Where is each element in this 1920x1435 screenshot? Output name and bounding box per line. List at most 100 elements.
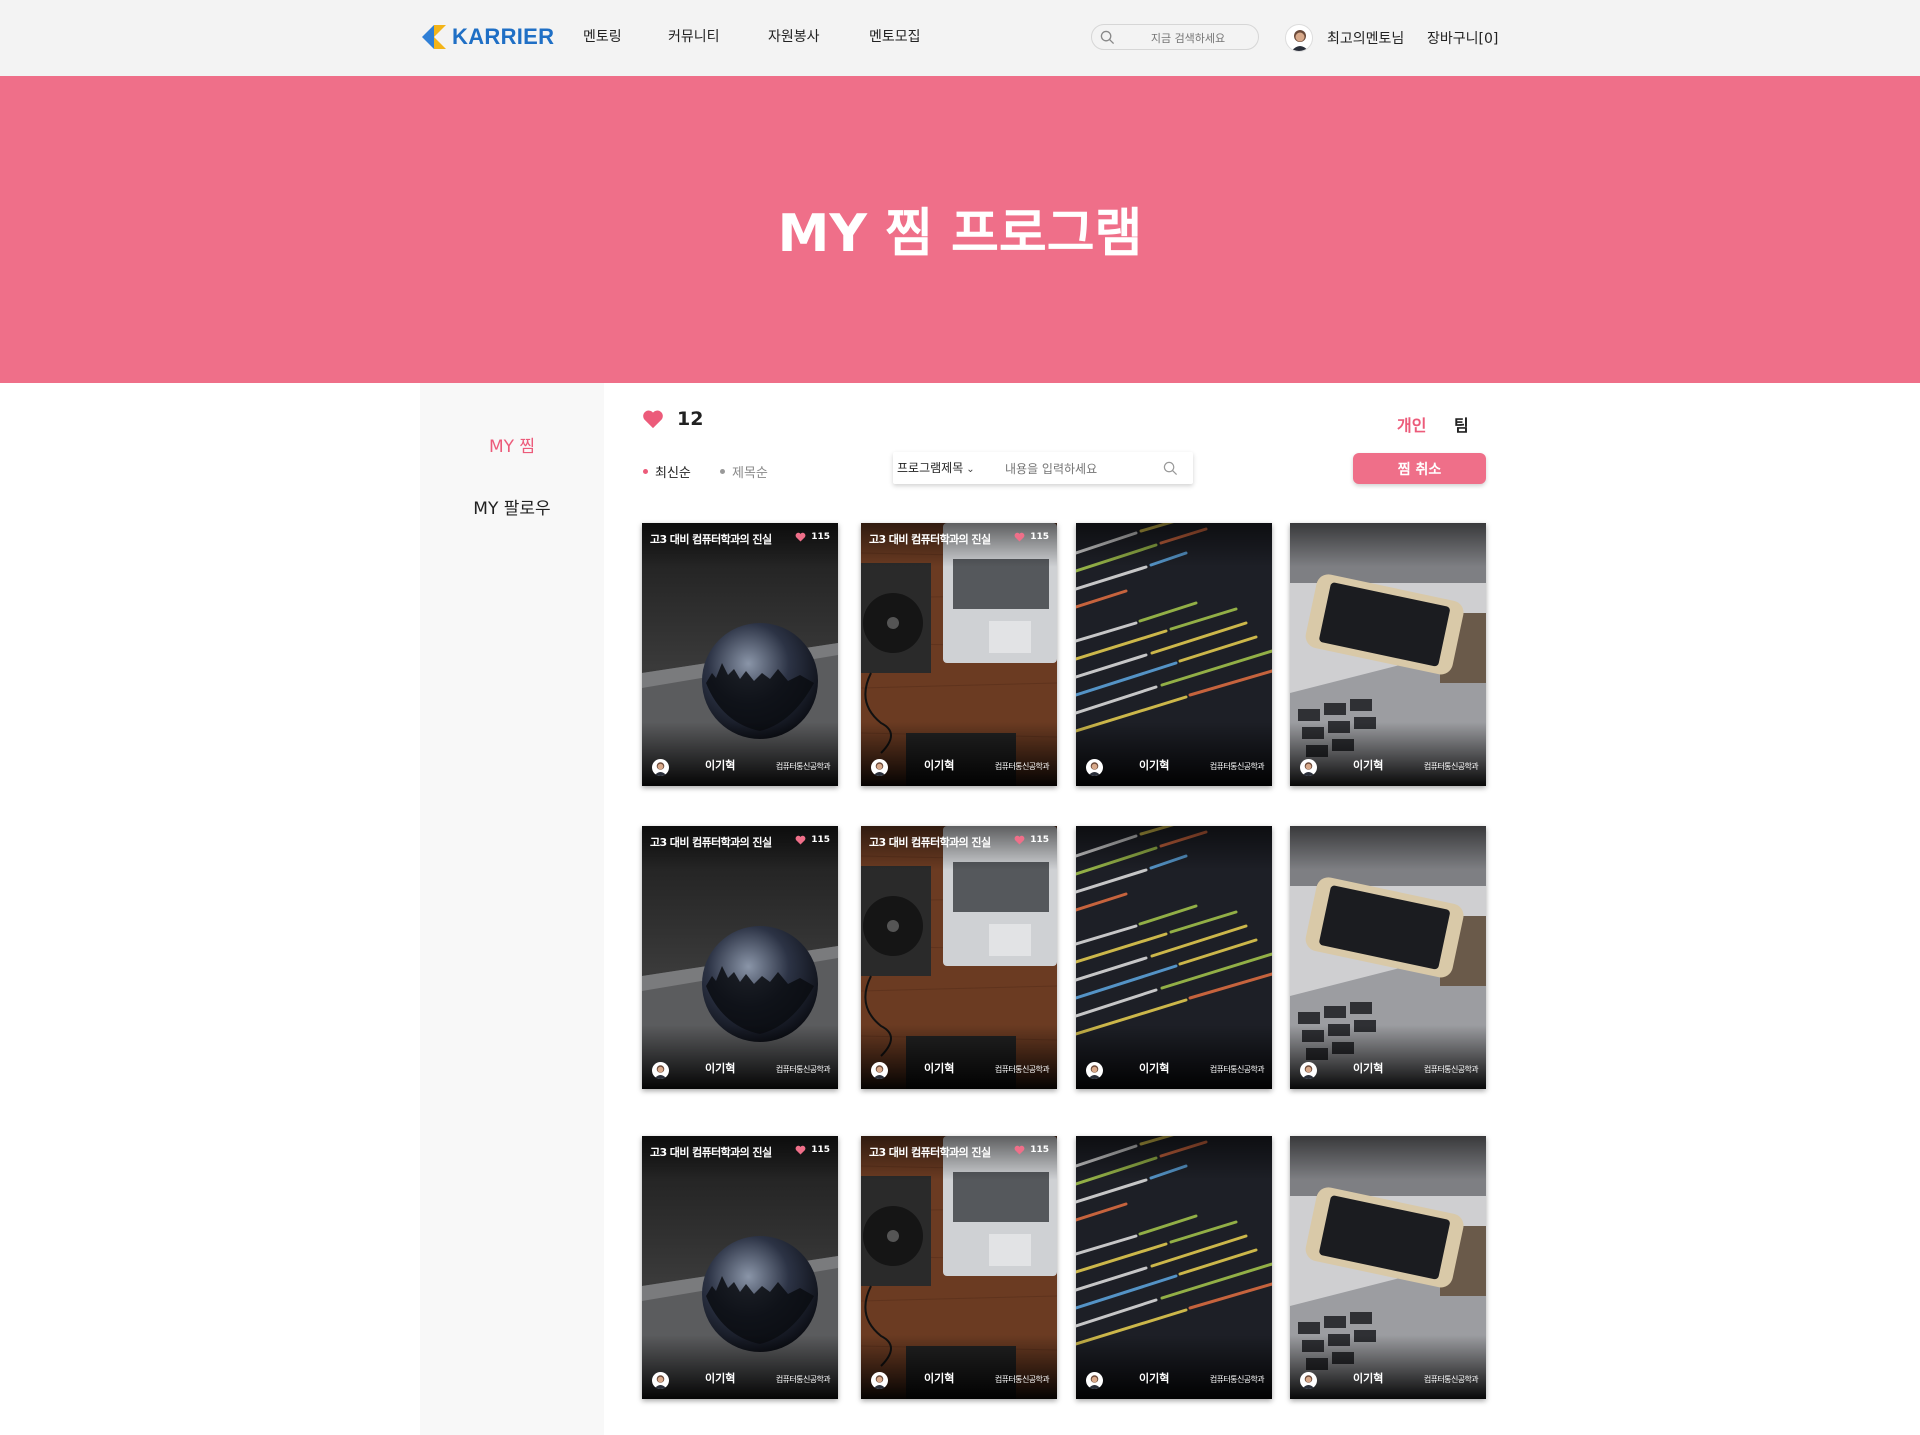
card-author: 이기혁 [1353,1372,1384,1385]
tab-personal[interactable]: 개인 [1397,412,1426,436]
header-search[interactable] [1091,24,1259,50]
card-bottom-shade [1076,1025,1272,1089]
card-author-avatar [652,1372,669,1389]
card-author: 이기혁 [1139,759,1170,772]
user-avatar-icon [1291,30,1309,51]
avatar-icon [873,762,886,776]
card-author-avatar [1300,1372,1317,1389]
card-department: 컴퓨터통신공학과 [1423,1375,1479,1384]
card-department: 컴퓨터통신공학과 [1423,1065,1479,1074]
card-bottom-shade [1290,1335,1486,1399]
card-department: 컴퓨터통신공학과 [1209,1065,1265,1074]
card-author: 이기혁 [1353,759,1384,772]
hero-banner: MY 찜 프로그램 [0,76,1920,383]
avatar-icon [654,1375,667,1389]
card-top-shade [1076,523,1272,567]
card-department: 컴퓨터통신공학과 [1209,1375,1265,1384]
nav-mentoring[interactable]: 멘토링 [583,26,622,46]
card-bottom-shade [1290,1025,1486,1089]
program-card[interactable]: 이기혁 컴퓨터통신공학과 [1076,826,1272,1089]
filter-select[interactable]: 프로그램제목 ⌄ [893,452,989,484]
card-like[interactable]: 115 [1014,835,1049,845]
card-like-count: 115 [1030,532,1049,542]
card-like[interactable]: 115 [795,835,830,845]
program-card[interactable]: 고3 대비 컴퓨터학과의 진실 115 이기혁 컴퓨터통신공학과 [861,1136,1057,1399]
sort-title[interactable]: 제목순 [720,462,768,481]
card-author-avatar [1086,1062,1103,1079]
program-card[interactable]: 이기혁 컴퓨터통신공학과 [1076,1136,1272,1399]
program-card[interactable]: 고3 대비 컴퓨터학과의 진실 115 이기혁 컴퓨터통신공학과 [642,1136,838,1399]
program-card[interactable]: 이기혁 컴퓨터통신공학과 [1290,826,1486,1089]
filter-input[interactable] [1003,459,1157,479]
card-bottom-shade [642,722,838,786]
card-bottom-shade [861,722,1057,786]
card-author: 이기혁 [924,1372,955,1385]
search-icon[interactable] [1163,461,1178,476]
heart-icon [1014,835,1025,845]
card-author: 이기혁 [705,1372,736,1385]
card-top-shade [1076,1136,1272,1180]
card-bottom-shade [1076,722,1272,786]
nav-volunteer[interactable]: 자원봉사 [768,26,820,46]
card-title: 고3 대비 컴퓨터학과의 진실 [869,1146,991,1159]
card-like[interactable]: 115 [1014,1145,1049,1155]
card-author-avatar [1086,1372,1103,1389]
card-title: 고3 대비 컴퓨터학과의 진실 [650,836,772,849]
card-author-avatar [652,1062,669,1079]
card-like-count: 115 [1030,835,1049,845]
program-card[interactable]: 고3 대비 컴퓨터학과의 진실 115 이기혁 컴퓨터통신공학과 [642,826,838,1089]
karrier-logo[interactable]: KARRIER [420,22,554,52]
card-bottom-shade [642,1335,838,1399]
user-avatar[interactable] [1285,24,1313,52]
avatar-icon [1088,1065,1101,1079]
card-like[interactable]: 115 [795,1145,830,1155]
program-card[interactable]: 이기혁 컴퓨터통신공학과 [1290,523,1486,786]
card-author-avatar [1086,759,1103,776]
card-like[interactable]: 115 [1014,532,1049,542]
avatar-icon [873,1375,886,1389]
program-card[interactable]: 고3 대비 컴퓨터학과의 진실 115 이기혁 컴퓨터통신공학과 [861,523,1057,786]
card-title: 고3 대비 컴퓨터학과의 진실 [650,533,772,546]
card-top-shade [1290,523,1486,567]
heart-icon [1014,532,1025,542]
user-name[interactable]: 최고의멘토님 [1327,28,1404,48]
card-department: 컴퓨터통신공학과 [1209,762,1265,771]
card-department: 컴퓨터통신공학과 [994,1375,1050,1384]
card-title: 고3 대비 컴퓨터학과의 진실 [869,533,991,546]
card-author: 이기혁 [1139,1372,1170,1385]
card-like-count: 115 [1030,1145,1049,1155]
cart-link[interactable]: 장바구니[0] [1427,28,1498,48]
card-title: 고3 대비 컴퓨터학과의 진실 [869,836,991,849]
like-count-number: 12 [677,408,704,430]
tab-team[interactable]: 팀 [1454,412,1469,436]
filter-select-label: 프로그램제목 [897,461,964,475]
search-icon[interactable] [1100,30,1115,45]
card-author-avatar [1300,1062,1317,1079]
card-department: 컴퓨터통신공학과 [775,762,831,771]
card-author-avatar [652,759,669,776]
cancel-like-button[interactable]: 찜 취소 [1353,453,1486,484]
header-search-input[interactable] [1120,28,1256,48]
card-bottom-shade [1076,1335,1272,1399]
nav-community[interactable]: 커뮤니티 [668,26,720,46]
sort-newest[interactable]: 최신순 [643,462,691,481]
top-header: KARRIER 멘토링 커뮤니티 자원봉사 멘토모집 최고의멘토님 장바구니[0… [0,0,1920,76]
program-card[interactable]: 고3 대비 컴퓨터학과의 진실 115 이기혁 컴퓨터통신공학과 [642,523,838,786]
avatar-icon [1302,1065,1315,1079]
page-title: MY 찜 프로그램 [777,204,1143,264]
card-author: 이기혁 [705,1062,736,1075]
avatar-icon [1302,1375,1315,1389]
card-author-avatar [871,759,888,776]
avatar-icon [1088,1375,1101,1389]
like-count: 12 [642,408,703,430]
card-author-avatar [871,1062,888,1079]
card-like[interactable]: 115 [795,532,830,542]
card-department: 컴퓨터통신공학과 [775,1375,831,1384]
sidebar-item-my-follow[interactable]: MY 팔로우 [420,494,604,519]
program-card[interactable]: 이기혁 컴퓨터통신공학과 [1076,523,1272,786]
program-card[interactable]: 고3 대비 컴퓨터학과의 진실 115 이기혁 컴퓨터통신공학과 [861,826,1057,1089]
nav-mentor-recruit[interactable]: 멘토모집 [869,26,921,46]
sort-dot-icon [720,469,725,474]
sidebar-item-my-likes[interactable]: MY 찜 [420,432,604,457]
program-card[interactable]: 이기혁 컴퓨터통신공학과 [1290,1136,1486,1399]
